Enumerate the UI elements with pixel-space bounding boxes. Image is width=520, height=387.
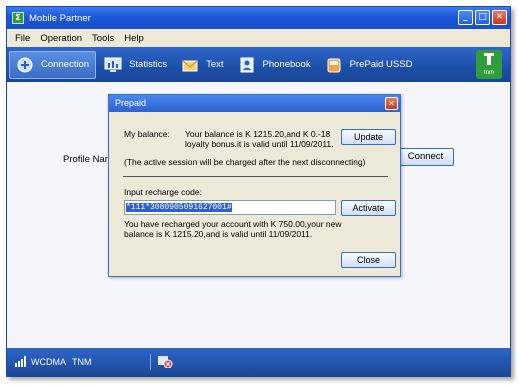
tnm-logo: tnm	[476, 50, 502, 79]
close-button[interactable]: ✕	[492, 10, 507, 25]
result-line1: You have recharged your account with K 7…	[124, 219, 342, 229]
tab-text[interactable]: Text	[175, 51, 229, 79]
network-type: WCDMA	[31, 357, 66, 367]
prepaid-ussd-icon	[325, 56, 343, 74]
connection-icon	[16, 56, 34, 74]
disconnected-status-icon	[157, 355, 173, 370]
phonebook-icon	[238, 56, 256, 74]
dialog-title: Prepaid	[109, 95, 400, 112]
minimize-button[interactable]: _	[458, 10, 473, 25]
statistics-icon	[104, 56, 122, 74]
tab-statistics-label: Statistics	[129, 59, 168, 70]
menu-operation[interactable]: Operation	[40, 33, 82, 44]
status-divider	[149, 354, 151, 370]
recharge-code-value: *111*3080905091627001#	[126, 203, 232, 212]
signal-strength-icon	[15, 355, 27, 369]
activate-button[interactable]: Activate	[341, 200, 396, 216]
menu-help[interactable]: Help	[124, 33, 144, 44]
tab-connection-label: Connection	[41, 59, 90, 70]
tab-connection[interactable]: Connection	[9, 50, 97, 79]
prepaid-dialog: Prepaid ✕ My balance: Your balance is K …	[108, 94, 401, 277]
menu-tools[interactable]: Tools	[92, 33, 114, 44]
tab-phonebook-label: Phonebook	[262, 59, 311, 70]
tab-prepaid-ussd-label: PrePaid USSD	[349, 59, 413, 70]
recharge-code-input[interactable]: *111*3080905091627001#	[124, 200, 336, 215]
status-bar: WCDMA TNM	[7, 348, 510, 376]
balance-label: My balance:	[124, 129, 170, 139]
title-bar: Σ Mobile Partner _ □ ✕	[7, 7, 510, 29]
tab-statistics[interactable]: Statistics	[98, 51, 173, 79]
tab-text-label: Text	[206, 59, 224, 70]
maximize-button[interactable]: □	[475, 10, 490, 25]
toolbar: Connection Statistics Text Phonebook Pre…	[7, 47, 510, 82]
balance-text-line1: Your balance is K 1215.20,and K 0.-18	[185, 129, 331, 139]
menu-bar: File Operation Tools Help	[7, 29, 510, 47]
menu-file[interactable]: File	[15, 33, 30, 44]
connect-button[interactable]: Connect	[397, 148, 454, 166]
update-button[interactable]: Update	[341, 129, 396, 145]
window-title: Mobile Partner	[29, 12, 91, 24]
recharge-code-label: Input recharge code:	[124, 187, 202, 197]
operator-name: TNM	[72, 357, 92, 367]
tab-prepaid-ussd[interactable]: PrePaid USSD	[319, 51, 419, 79]
dialog-close-button[interactable]: ✕	[385, 97, 398, 110]
balance-text-line2: loyalty bonus.it is valid until 11/09/20…	[185, 139, 334, 149]
app-logo-icon: Σ	[12, 12, 24, 24]
tab-phonebook[interactable]: Phonebook	[232, 51, 317, 79]
separator	[123, 176, 388, 177]
result-line2: balance is K 1215.20,and is valid until …	[124, 229, 313, 239]
close-dialog-button[interactable]: Close	[341, 252, 396, 268]
session-note: (The active session will be charged afte…	[124, 157, 366, 167]
text-message-icon	[181, 56, 199, 74]
tnm-logo-text: tnm	[483, 70, 494, 76]
